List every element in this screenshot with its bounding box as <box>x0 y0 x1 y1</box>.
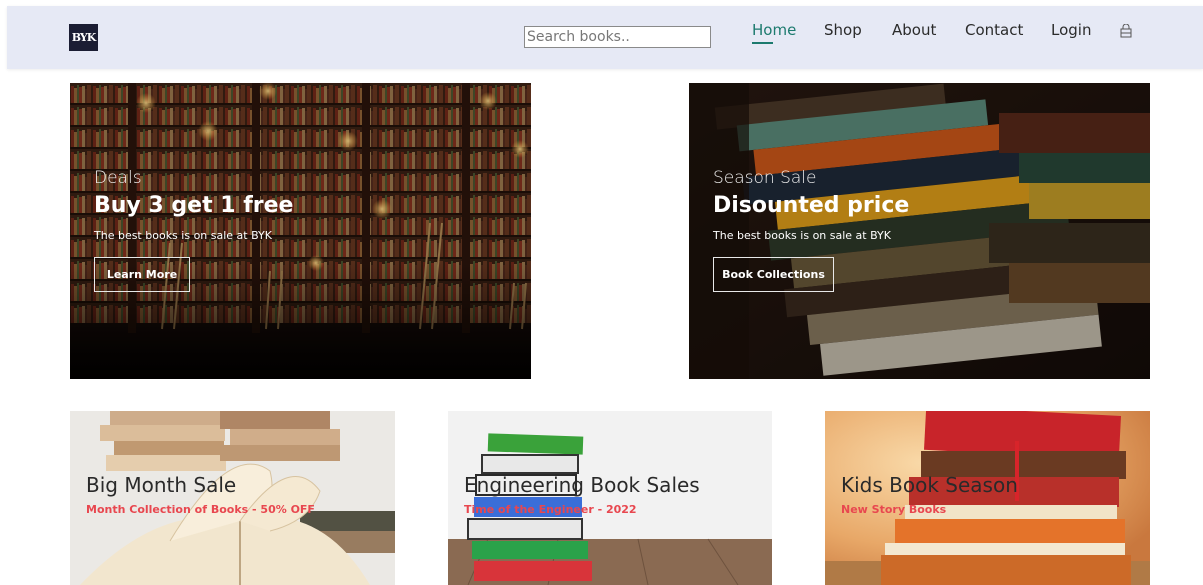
nav-home[interactable]: Home <box>752 21 796 39</box>
card-title: Kids Book Season <box>841 473 1018 497</box>
card-title: Engineering Book Sales <box>464 473 700 497</box>
nav-active-indicator <box>752 42 773 44</box>
learn-more-button[interactable]: Learn More <box>94 257 190 292</box>
nav-contact[interactable]: Contact <box>965 21 1023 39</box>
card-subtitle: Month Collection of Books - 50% OFF <box>86 503 315 516</box>
main-nav: Home Shop About Contact Login <box>7 6 1203 69</box>
banner-description: The best books is on sale at BYK <box>713 229 891 242</box>
card-subtitle: Time of the Engineer - 2022 <box>464 503 637 516</box>
banner-subtitle: Deals <box>94 168 142 188</box>
banner-deals: Deals Buy 3 get 1 free The best books is… <box>70 83 531 379</box>
banner-title: Buy 3 get 1 free <box>94 193 294 218</box>
card-big-month-sale[interactable]: Big Month Sale Month Collection of Books… <box>70 411 395 585</box>
cart-icon[interactable] <box>1119 24 1133 38</box>
top-navbar: BYK Home Shop About Contact Login <box>7 6 1203 69</box>
nav-shop[interactable]: Shop <box>824 21 862 39</box>
card-engineering-book-sales[interactable]: Engineering Book Sales Time of the Engin… <box>448 411 772 585</box>
red-books-stack-image <box>825 411 1150 585</box>
card-subtitle: New Story Books <box>841 503 947 516</box>
banner-subtitle: Season Sale <box>713 168 817 188</box>
book-collections-button[interactable]: Book Collections <box>713 257 834 292</box>
card-kids-book-season[interactable]: Kids Book Season New Story Books <box>825 411 1150 585</box>
book-stack-on-table-image <box>448 411 772 585</box>
banner-description: The best books is on sale at BYK <box>94 229 272 242</box>
nav-login[interactable]: Login <box>1051 21 1091 39</box>
banner-title: Disounted price <box>713 193 910 218</box>
card-title: Big Month Sale <box>86 473 237 497</box>
open-book-image <box>70 411 395 585</box>
nav-about[interactable]: About <box>892 21 936 39</box>
banner-season-sale: Season Sale Disounted price The best boo… <box>689 83 1150 379</box>
